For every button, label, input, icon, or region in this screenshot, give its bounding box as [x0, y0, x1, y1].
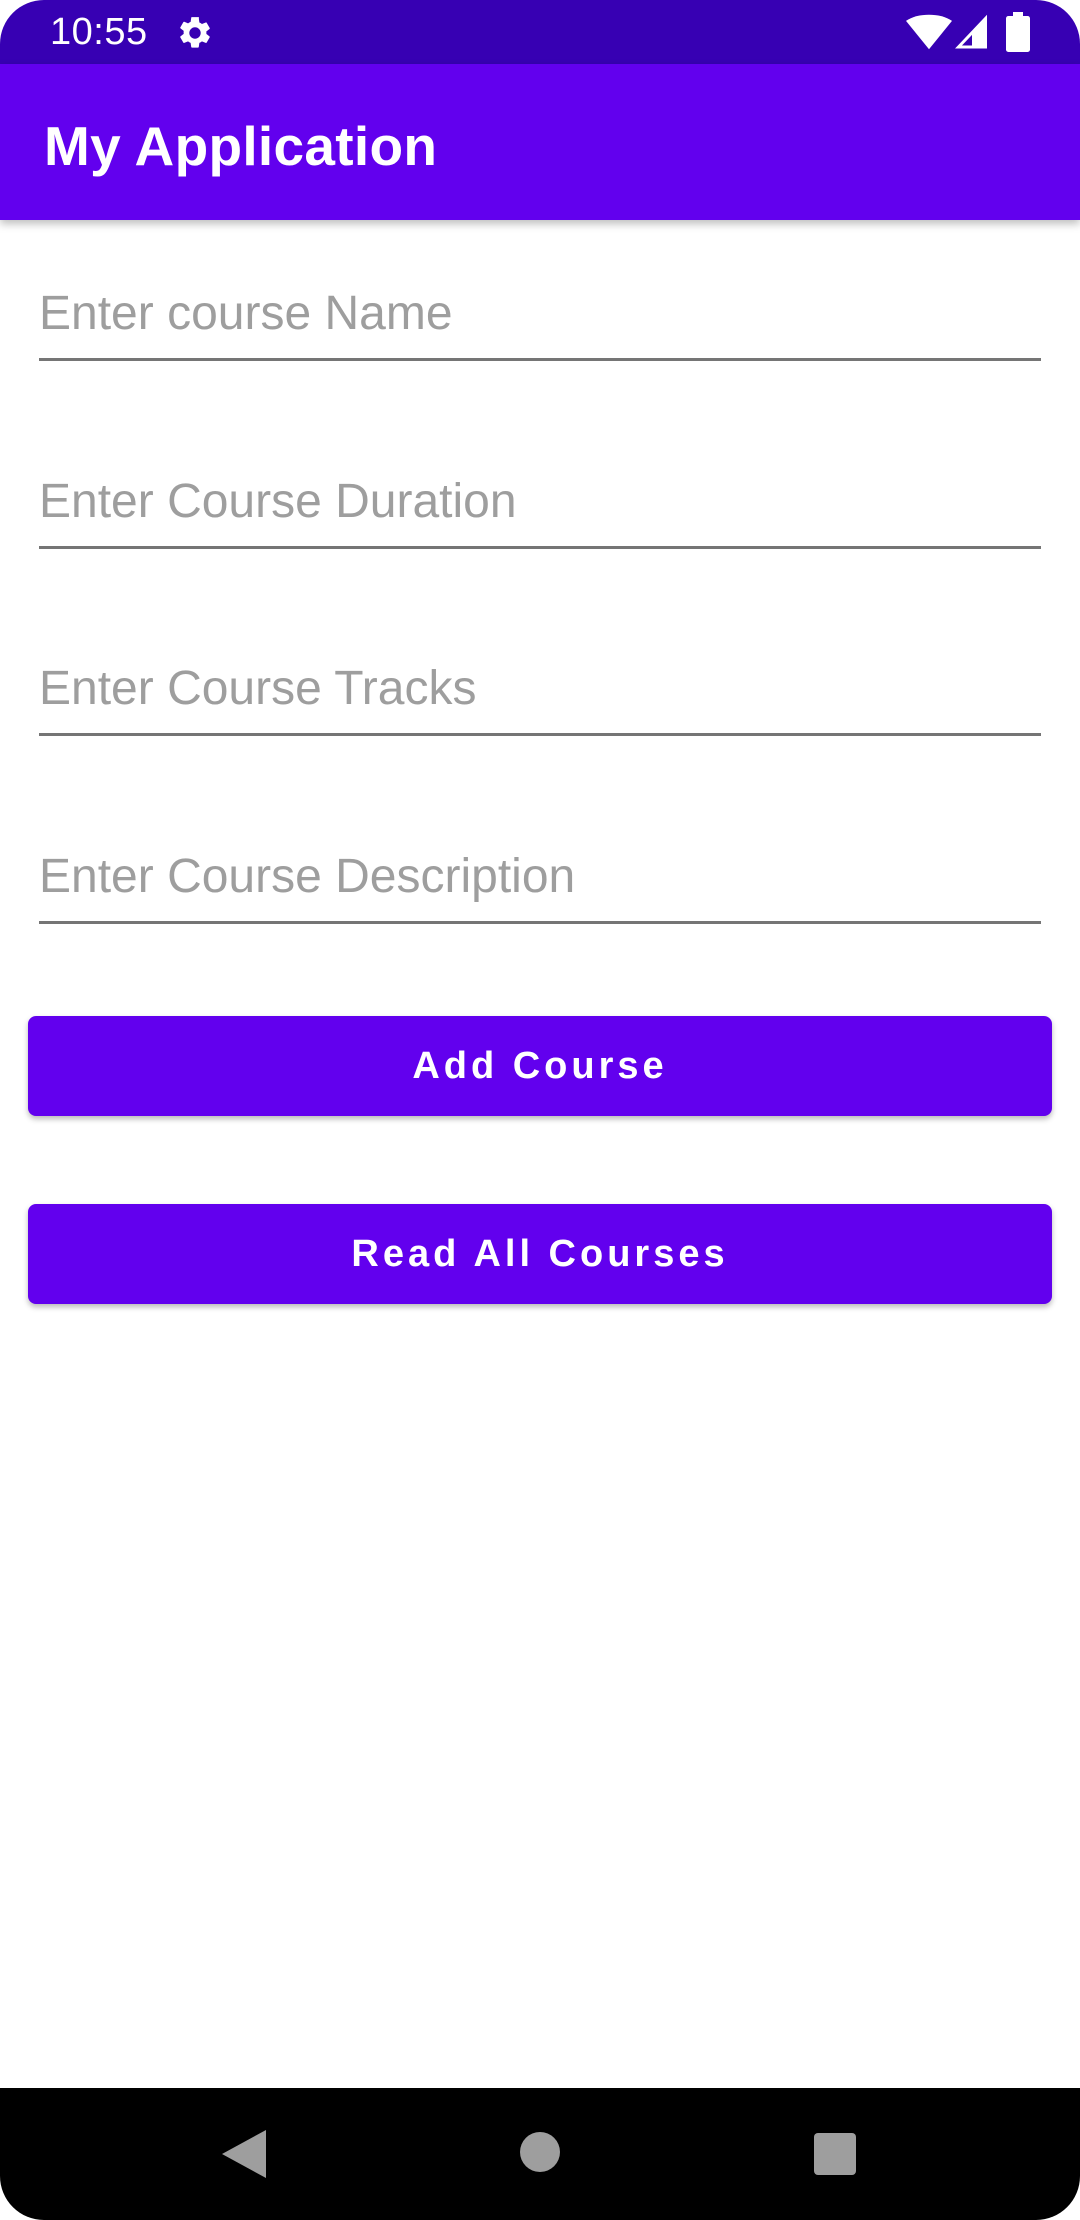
screen: 10:55 My Application Add Course Read All…	[0, 0, 1080, 2220]
back-icon[interactable]	[222, 2130, 266, 2178]
app-title: My Application	[44, 115, 438, 177]
add-course-button[interactable]: Add Course	[28, 1016, 1052, 1116]
course-description-input[interactable]	[39, 831, 1041, 924]
course-tracks-input[interactable]	[39, 643, 1041, 736]
read-all-courses-button[interactable]: Read All Courses	[28, 1204, 1052, 1304]
status-bar: 10:55	[0, 0, 1080, 64]
status-time: 10:55	[50, 11, 148, 53]
recents-icon[interactable]	[814, 2133, 856, 2175]
course-name-input[interactable]	[39, 268, 1041, 361]
wifi-icon	[906, 14, 952, 50]
gear-icon	[180, 17, 210, 48]
navigation-bar	[0, 2088, 1080, 2220]
battery-icon	[1006, 12, 1030, 52]
course-duration-input[interactable]	[39, 456, 1041, 549]
home-icon[interactable]	[520, 2132, 560, 2172]
signal-icon	[955, 14, 987, 49]
app-bar: My Application	[0, 64, 1080, 220]
